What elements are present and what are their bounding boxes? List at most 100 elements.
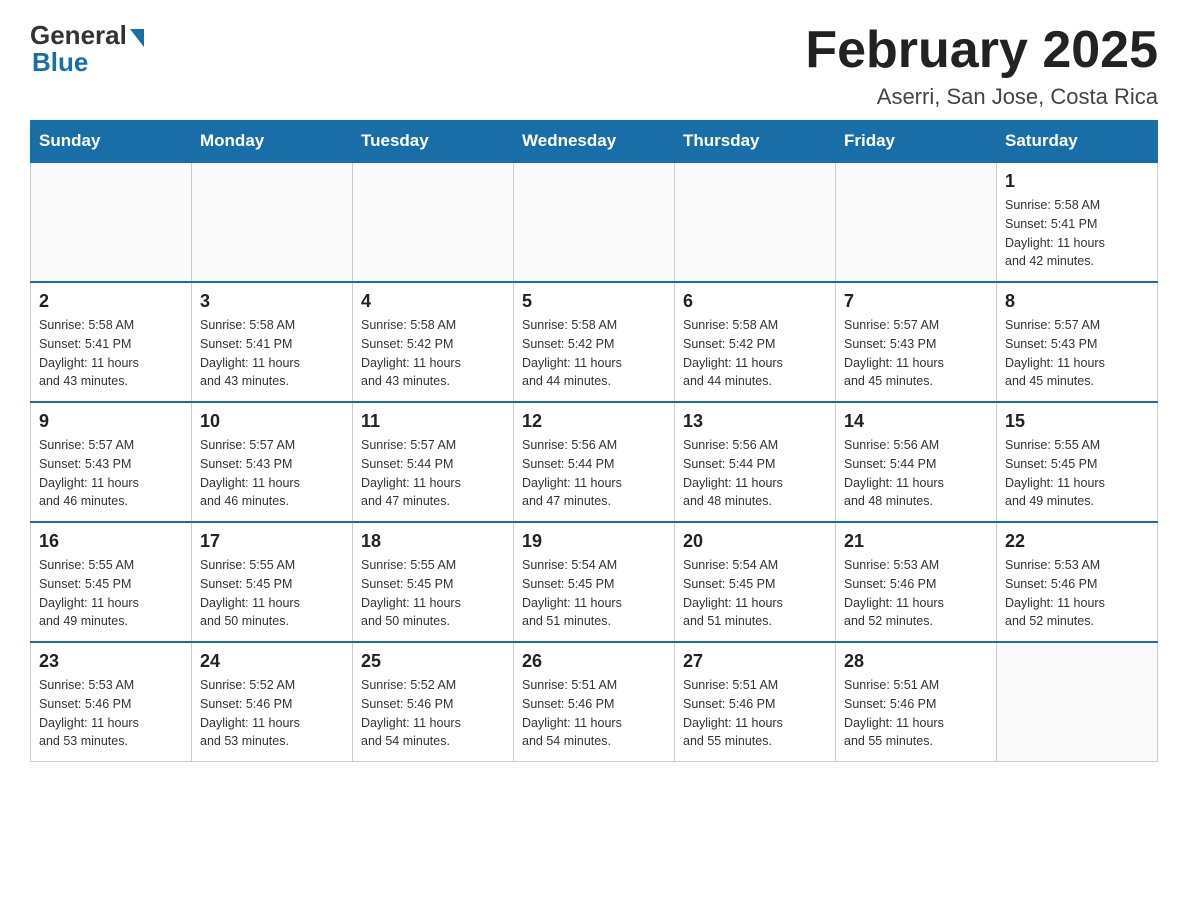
- day-number: 3: [200, 291, 344, 312]
- location-subtitle: Aserri, San Jose, Costa Rica: [805, 84, 1158, 110]
- calendar-cell-w1-d3: [353, 162, 514, 282]
- day-number: 23: [39, 651, 183, 672]
- week-row-4: 16 Sunrise: 5:55 AMSunset: 5:45 PMDayligh…: [31, 522, 1158, 642]
- day-number: 16: [39, 531, 183, 552]
- calendar-cell-w2-d6: 7 Sunrise: 5:57 AMSunset: 5:43 PMDaylight…: [836, 282, 997, 402]
- day-info: Sunrise: 5:51 AMSunset: 5:46 PMDaylight:…: [844, 676, 988, 751]
- day-info: Sunrise: 5:53 AMSunset: 5:46 PMDaylight:…: [1005, 556, 1149, 631]
- day-info: Sunrise: 5:58 AMSunset: 5:41 PMDaylight:…: [1005, 196, 1149, 271]
- day-number: 5: [522, 291, 666, 312]
- weekday-header-row: SundayMondayTuesdayWednesdayThursdayFrid…: [31, 121, 1158, 163]
- calendar-cell-w5-d7: [997, 642, 1158, 762]
- day-info: Sunrise: 5:55 AMSunset: 5:45 PMDaylight:…: [200, 556, 344, 631]
- day-number: 14: [844, 411, 988, 432]
- calendar-cell-w3-d3: 11 Sunrise: 5:57 AMSunset: 5:44 PMDayligh…: [353, 402, 514, 522]
- day-info: Sunrise: 5:56 AMSunset: 5:44 PMDaylight:…: [683, 436, 827, 511]
- day-info: Sunrise: 5:57 AMSunset: 5:43 PMDaylight:…: [200, 436, 344, 511]
- calendar-cell-w4-d5: 20 Sunrise: 5:54 AMSunset: 5:45 PMDayligh…: [675, 522, 836, 642]
- calendar-cell-w2-d2: 3 Sunrise: 5:58 AMSunset: 5:41 PMDaylight…: [192, 282, 353, 402]
- calendar-cell-w5-d3: 25 Sunrise: 5:52 AMSunset: 5:46 PMDayligh…: [353, 642, 514, 762]
- day-number: 26: [522, 651, 666, 672]
- day-number: 20: [683, 531, 827, 552]
- calendar-cell-w4-d4: 19Sunrise: 5:54 AMSunset: 5:45 PMDayligh…: [514, 522, 675, 642]
- day-info: Sunrise: 5:57 AMSunset: 5:44 PMDaylight:…: [361, 436, 505, 511]
- day-number: 12: [522, 411, 666, 432]
- day-number: 10: [200, 411, 344, 432]
- calendar-cell-w3-d1: 9 Sunrise: 5:57 AMSunset: 5:43 PMDaylight…: [31, 402, 192, 522]
- day-number: 25: [361, 651, 505, 672]
- day-number: 1: [1005, 171, 1149, 192]
- calendar-cell-w1-d4: [514, 162, 675, 282]
- day-number: 9: [39, 411, 183, 432]
- weekday-header-wednesday: Wednesday: [514, 121, 675, 163]
- day-info: Sunrise: 5:52 AMSunset: 5:46 PMDaylight:…: [200, 676, 344, 751]
- calendar-cell-w4-d2: 17Sunrise: 5:55 AMSunset: 5:45 PMDayligh…: [192, 522, 353, 642]
- day-info: Sunrise: 5:51 AMSunset: 5:46 PMDaylight:…: [522, 676, 666, 751]
- day-number: 4: [361, 291, 505, 312]
- weekday-header-sunday: Sunday: [31, 121, 192, 163]
- calendar-cell-w3-d6: 14 Sunrise: 5:56 AMSunset: 5:44 PMDayligh…: [836, 402, 997, 522]
- calendar-cell-w1-d6: [836, 162, 997, 282]
- calendar-cell-w4-d1: 16 Sunrise: 5:55 AMSunset: 5:45 PMDayligh…: [31, 522, 192, 642]
- week-row-2: 2 Sunrise: 5:58 AMSunset: 5:41 PMDaylight…: [31, 282, 1158, 402]
- day-info: Sunrise: 5:53 AMSunset: 5:46 PMDaylight:…: [39, 676, 183, 751]
- day-info: Sunrise: 5:53 AMSunset: 5:46 PMDaylight:…: [844, 556, 988, 631]
- calendar-cell-w2-d7: 8 Sunrise: 5:57 AMSunset: 5:43 PMDaylight…: [997, 282, 1158, 402]
- calendar-cell-w1-d7: 1 Sunrise: 5:58 AMSunset: 5:41 PMDaylight…: [997, 162, 1158, 282]
- day-info: Sunrise: 5:52 AMSunset: 5:46 PMDaylight:…: [361, 676, 505, 751]
- calendar-cell-w4-d3: 18 Sunrise: 5:55 AMSunset: 5:45 PMDayligh…: [353, 522, 514, 642]
- weekday-header-saturday: Saturday: [997, 121, 1158, 163]
- day-number: 8: [1005, 291, 1149, 312]
- logo: General Blue: [30, 20, 144, 78]
- day-info: Sunrise: 5:55 AMSunset: 5:45 PMDaylight:…: [361, 556, 505, 631]
- day-info: Sunrise: 5:57 AMSunset: 5:43 PMDaylight:…: [39, 436, 183, 511]
- week-row-1: 1 Sunrise: 5:58 AMSunset: 5:41 PMDaylight…: [31, 162, 1158, 282]
- day-number: 24: [200, 651, 344, 672]
- calendar-cell-w4-d6: 21 Sunrise: 5:53 AMSunset: 5:46 PMDayligh…: [836, 522, 997, 642]
- week-row-5: 23 Sunrise: 5:53 AMSunset: 5:46 PMDayligh…: [31, 642, 1158, 762]
- calendar-cell-w5-d1: 23 Sunrise: 5:53 AMSunset: 5:46 PMDayligh…: [31, 642, 192, 762]
- day-info: Sunrise: 5:56 AMSunset: 5:44 PMDaylight:…: [844, 436, 988, 511]
- day-info: Sunrise: 5:54 AMSunset: 5:45 PMDaylight:…: [683, 556, 827, 631]
- week-row-3: 9 Sunrise: 5:57 AMSunset: 5:43 PMDaylight…: [31, 402, 1158, 522]
- logo-arrow-icon: [130, 29, 144, 47]
- day-number: 18: [361, 531, 505, 552]
- calendar-cell-w3-d7: 15 Sunrise: 5:55 AMSunset: 5:45 PMDayligh…: [997, 402, 1158, 522]
- calendar-body: 1 Sunrise: 5:58 AMSunset: 5:41 PMDaylight…: [31, 162, 1158, 762]
- day-number: 19: [522, 531, 666, 552]
- day-info: Sunrise: 5:55 AMSunset: 5:45 PMDaylight:…: [39, 556, 183, 631]
- day-info: Sunrise: 5:57 AMSunset: 5:43 PMDaylight:…: [1005, 316, 1149, 391]
- calendar-cell-w1-d2: [192, 162, 353, 282]
- calendar-table: SundayMondayTuesdayWednesdayThursdayFrid…: [30, 120, 1158, 762]
- day-number: 2: [39, 291, 183, 312]
- title-section: February 2025 Aserri, San Jose, Costa Ri…: [805, 20, 1158, 110]
- day-number: 27: [683, 651, 827, 672]
- day-number: 11: [361, 411, 505, 432]
- calendar-cell-w5-d4: 26 Sunrise: 5:51 AMSunset: 5:46 PMDayligh…: [514, 642, 675, 762]
- day-info: Sunrise: 5:56 AMSunset: 5:44 PMDaylight:…: [522, 436, 666, 511]
- day-number: 28: [844, 651, 988, 672]
- day-info: Sunrise: 5:58 AMSunset: 5:42 PMDaylight:…: [361, 316, 505, 391]
- day-info: Sunrise: 5:51 AMSunset: 5:46 PMDaylight:…: [683, 676, 827, 751]
- calendar-cell-w5-d2: 24 Sunrise: 5:52 AMSunset: 5:46 PMDayligh…: [192, 642, 353, 762]
- day-info: Sunrise: 5:58 AMSunset: 5:41 PMDaylight:…: [39, 316, 183, 391]
- day-number: 13: [683, 411, 827, 432]
- calendar-cell-w2-d4: 5 Sunrise: 5:58 AMSunset: 5:42 PMDaylight…: [514, 282, 675, 402]
- calendar-cell-w5-d6: 28 Sunrise: 5:51 AMSunset: 5:46 PMDayligh…: [836, 642, 997, 762]
- page-header: General Blue February 2025 Aserri, San J…: [30, 20, 1158, 110]
- calendar-cell-w4-d7: 22Sunrise: 5:53 AMSunset: 5:46 PMDayligh…: [997, 522, 1158, 642]
- calendar-cell-w1-d1: [31, 162, 192, 282]
- day-number: 21: [844, 531, 988, 552]
- logo-blue-text: Blue: [32, 47, 88, 78]
- day-info: Sunrise: 5:58 AMSunset: 5:41 PMDaylight:…: [200, 316, 344, 391]
- day-number: 6: [683, 291, 827, 312]
- day-info: Sunrise: 5:58 AMSunset: 5:42 PMDaylight:…: [683, 316, 827, 391]
- day-info: Sunrise: 5:58 AMSunset: 5:42 PMDaylight:…: [522, 316, 666, 391]
- calendar-cell-w2-d5: 6 Sunrise: 5:58 AMSunset: 5:42 PMDaylight…: [675, 282, 836, 402]
- calendar-cell-w3-d2: 10 Sunrise: 5:57 AMSunset: 5:43 PMDayligh…: [192, 402, 353, 522]
- weekday-header-tuesday: Tuesday: [353, 121, 514, 163]
- day-number: 7: [844, 291, 988, 312]
- day-info: Sunrise: 5:57 AMSunset: 5:43 PMDaylight:…: [844, 316, 988, 391]
- day-number: 15: [1005, 411, 1149, 432]
- day-info: Sunrise: 5:55 AMSunset: 5:45 PMDaylight:…: [1005, 436, 1149, 511]
